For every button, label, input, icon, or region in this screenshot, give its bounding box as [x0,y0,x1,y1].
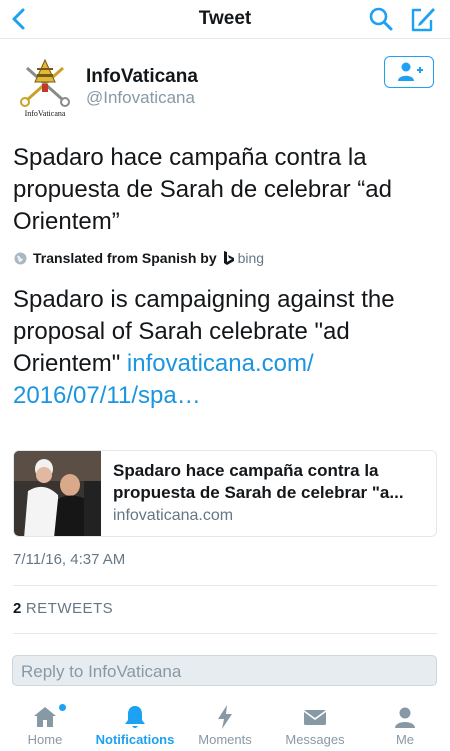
tab-notifications-label: Notifications [95,732,175,747]
home-unread-dot [59,704,66,711]
tab-home-label: Home [27,732,63,747]
lightning-icon [218,705,232,729]
author-handle: @Infovaticana [86,88,195,107]
translation-attribution: Translated from Spanish by bing [14,250,264,266]
reply-input[interactable]: Reply to InfoVaticana [12,655,437,686]
divider [13,633,437,634]
tweet-translated-text: Spadaro is campaigning against the propo… [13,284,433,412]
link-preview-card[interactable]: Spadaro hace campaña contra la propuesta… [13,450,437,537]
tab-messages[interactable]: Messages [270,697,360,751]
tab-home[interactable]: Home [0,697,90,751]
translated-label: Translated from Spanish by [33,250,217,266]
search-icon[interactable] [368,6,394,32]
follow-button[interactable] [384,56,434,88]
tab-moments-label: Moments [198,732,252,747]
card-thumbnail-image [14,451,101,536]
tab-me[interactable]: Me [360,697,450,751]
tab-bar: Home Notifications Moments Messages Me [0,697,450,751]
tab-me-label: Me [395,732,415,747]
bing-logo-icon [223,251,234,265]
divider [13,585,437,586]
globe-icon [14,252,27,264]
tab-moments[interactable]: Moments [180,697,270,751]
tab-messages-label: Messages [285,732,345,747]
card-domain: infovaticana.com [113,507,234,524]
envelope-icon [303,710,327,725]
reply-placeholder: Reply to InfoVaticana [21,662,182,681]
tab-notifications[interactable]: Notifications [90,697,180,751]
tweet-timestamp: 7/11/16, 4:37 AM [13,551,126,568]
avatar-logo-text: InfoVaticana [25,109,66,118]
tweet-link-part2[interactable]: 2016/07/11/spa… [13,382,201,409]
bell-icon [125,706,145,728]
tweet-author: InfoVaticana InfoVaticana @Infovaticana [13,54,438,124]
retweet-stats[interactable]: 2 RETWEETS [13,600,113,617]
tweet-link-part1[interactable]: infovaticana.com/ [127,350,314,377]
card-title: Spadaro hace campaña contra la propuesta… [113,461,404,502]
translator-name: bing [237,250,265,266]
retweet-label: RETWEETS [25,600,114,617]
retweet-count: 2 [13,600,22,617]
author-name[interactable]: InfoVaticana [86,66,198,88]
compose-icon[interactable] [407,4,437,34]
nav-bar: Tweet [0,0,450,39]
avatar[interactable]: InfoVaticana [13,54,77,120]
person-icon [395,707,415,728]
home-icon [34,707,56,727]
add-user-icon [398,62,423,81]
tweet-original-text: Spadaro hace campaña contra la propuesta… [13,144,392,235]
